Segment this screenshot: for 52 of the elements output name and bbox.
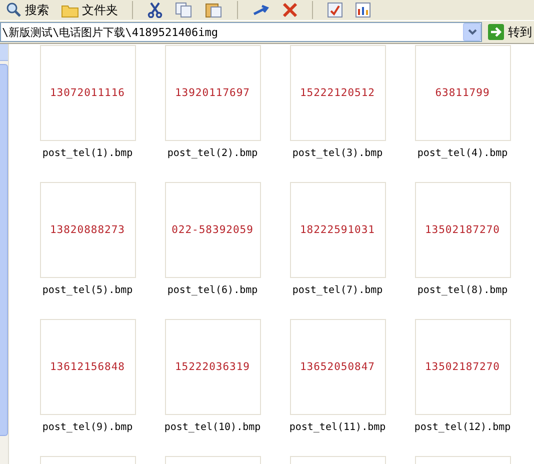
thumbnail[interactable]: 13612156848 [40,319,136,415]
phone-number: 15222036319 [174,361,250,373]
phone-number: 13502187270 [424,361,500,373]
file-name[interactable]: post_tel(5).bmp [42,285,133,296]
file-name[interactable]: post_tel(3).bmp [292,148,383,159]
thumbnail[interactable]: 022-58392059 [164,182,260,278]
scissors-icon [147,2,163,18]
phone-number: 13920117697 [174,87,250,99]
thumbnail[interactable]: 13502187270 [414,182,510,278]
thumbnail[interactable]: 15222036319 [164,319,260,415]
thumbnail[interactable]: 15222120512 [290,45,386,141]
phone-number: 13072011116 [50,87,126,99]
file-name[interactable]: post_tel(10).bmp [164,422,261,433]
clipboard-icon [205,2,223,18]
thumbnail[interactable]: 18222591031 [290,182,386,278]
file-name[interactable]: post_tel(4).bmp [417,148,508,159]
phone-number: 022-58392059 [172,224,254,236]
file-name[interactable]: post_tel(1).bmp [42,148,133,159]
delete-icon [282,2,298,18]
search-icon [6,2,22,18]
chevron-down-icon [468,29,476,35]
arrow-icon [252,2,270,18]
thumbnail[interactable]: 13652050847 [290,319,386,415]
folders-button[interactable]: 文件夹 [57,0,122,20]
file-name[interactable]: post_tel(2).bmp [167,148,258,159]
file-name[interactable]: post_tel(12).bmp [414,422,511,433]
file-name[interactable]: post_tel(7).bmp [292,285,383,296]
thumbnail[interactable]: 13072011116 [40,45,136,141]
thumbnail[interactable]: 13820888273 [40,182,136,278]
address-field[interactable]: \新版测试\电话图片下载\4189521406img [0,22,482,42]
file-name[interactable]: post_tel(8).bmp [417,285,508,296]
scrollbar[interactable] [0,44,9,464]
dropdown-button[interactable] [463,23,481,41]
thumbnail[interactable]: 63811799 [414,45,510,141]
thumbnail[interactable]: 13502187270 [414,319,510,415]
phone-number: 63811799 [435,87,490,99]
go-button[interactable]: 转到 [482,22,534,42]
thumbnail[interactable]: 13920117697 [164,45,260,141]
copy-icon [175,2,193,18]
phone-number: 15222120512 [300,87,376,99]
file-name[interactable]: post_tel(11).bmp [289,422,386,433]
views-icon [355,2,371,18]
phone-number: 13612156848 [50,361,126,373]
file-name[interactable]: post_tel(9).bmp [42,422,133,433]
file-name[interactable]: post_tel(6).bmp [167,285,258,296]
properties-icon [327,2,343,18]
search-button[interactable]: 搜索 [2,0,53,20]
phone-number: 18222591031 [300,224,376,236]
phone-number: 13502187270 [424,224,500,236]
phone-number: 13820888273 [50,224,126,236]
arrow-right-icon [488,24,504,40]
phone-number: 13652050847 [300,361,376,373]
